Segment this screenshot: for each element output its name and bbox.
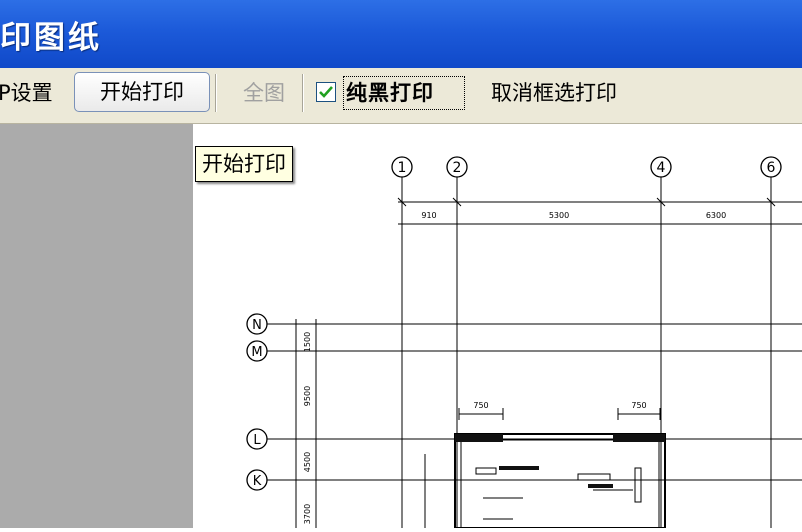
pure-black-checkbox[interactable] [316,82,336,102]
toolbar-separator [302,74,304,112]
top-dim-6300: 6300 [706,211,726,220]
print-preview-paper[interactable]: 1 2 4 6 910 5300 6300 N M L K 1500 9500 … [193,124,802,529]
detail-dim-1: 750 [473,401,488,410]
side-dim-3700: 3700 [303,504,312,524]
side-dim-1500: 1500 [303,332,312,352]
top-dim-5300: 5300 [549,211,569,220]
tooltip: 开始打印 [195,146,293,182]
axis-label-N: N [252,318,262,333]
start-print-button[interactable]: 开始打印 [74,72,210,112]
checkmark-icon [319,86,333,98]
preview-side-panel [0,124,193,528]
window-title: 印图纸 [0,20,102,56]
axis-label-M: M [251,345,262,360]
top-dim-910: 910 [421,211,436,220]
axis-label-6: 6 [767,160,776,176]
axis-label-K: K [253,474,262,489]
side-dim-9500: 9500 [303,386,312,406]
toolbar-separator [215,74,217,112]
axis-label-2: 2 [453,160,462,176]
room-detail [424,408,666,529]
full-view-button[interactable]: 全图 [243,78,285,108]
floor-plan-drawing: 1 2 4 6 910 5300 6300 N M L K 1500 9500 … [246,156,802,529]
cancel-select-print-button[interactable]: 取消框选打印 [491,78,617,108]
axis-label-4: 4 [657,160,666,176]
detail-dim-2: 750 [631,401,646,410]
toolbar: P设置 开始打印 全图 纯黑打印 取消框选打印 [0,68,802,124]
axis-label-L: L [253,433,261,448]
title-bar: 印图纸 [0,0,802,68]
side-dim-4500: 4500 [303,452,312,472]
print-setup-button[interactable]: P设置 [0,78,53,108]
axis-label-1: 1 [398,160,407,176]
pure-black-label[interactable]: 纯黑打印 [346,78,434,108]
